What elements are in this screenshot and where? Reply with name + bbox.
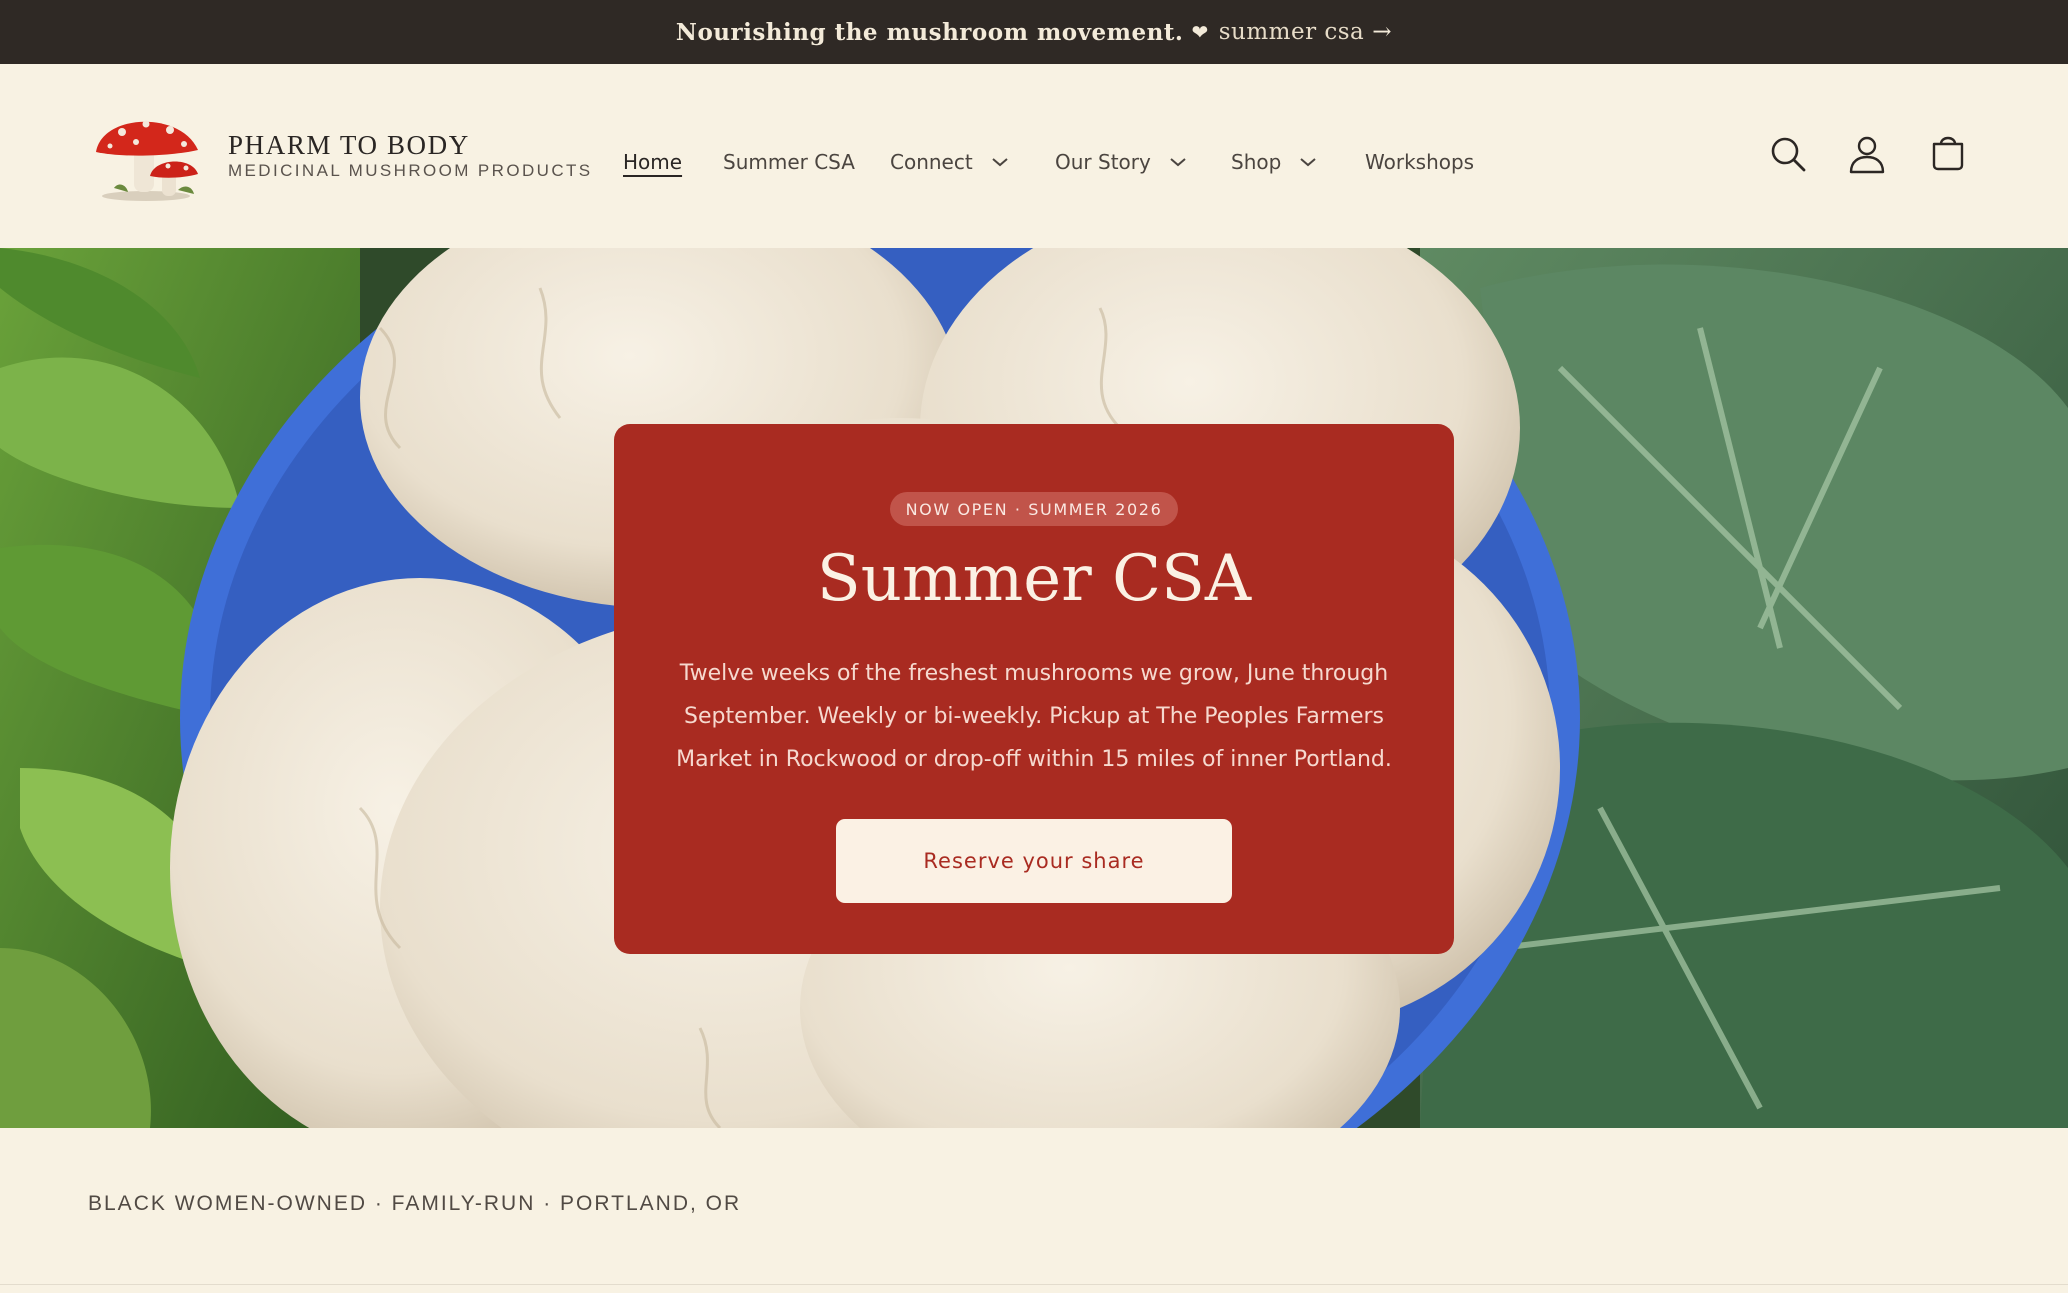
nav-label[interactable]: Shop <box>1231 150 1281 174</box>
announcement-link[interactable]: summer csa <box>1219 19 1365 45</box>
hero-description: Twelve weeks of the freshest mushrooms w… <box>676 661 1392 772</box>
brand-name[interactable]: PHARM TO BODY <box>228 130 593 161</box>
summer-csa-card: NOW OPEN · SUMMER 2026 Summer CSA Twelve… <box>614 424 1454 954</box>
nav-label[interactable]: Home <box>623 150 682 174</box>
announcement-bar: Nourishing the mushroom movement. ❤ summ… <box>0 0 2068 64</box>
mushroom-logo-icon[interactable] <box>88 104 208 214</box>
heart-icon: ❤ <box>1191 20 1209 44</box>
nav-item-our-story[interactable]: Our Story <box>1055 142 1187 182</box>
site-header: PHARM TO BODY MEDICINAL MUSHROOM PRODUCT… <box>0 64 2068 248</box>
divider <box>0 1284 2068 1285</box>
brand-block[interactable]: PHARM TO BODY MEDICINAL MUSHROOM PRODUCT… <box>228 130 593 181</box>
chevron-down-icon[interactable] <box>1299 156 1317 168</box>
brand-tagline: MEDICINAL MUSHROOM PRODUCTS <box>228 161 593 180</box>
account-icon[interactable] <box>1847 134 1887 174</box>
announcement-text: Nourishing the mushroom movement. <box>675 18 1184 46</box>
nav-item-connect[interactable]: Connect <box>890 142 1009 182</box>
status-badge: NOW OPEN · SUMMER 2026 <box>890 492 1178 526</box>
cart-icon[interactable] <box>1928 134 1968 174</box>
nav-label[interactable]: Workshops <box>1365 150 1474 174</box>
nav-item-shop[interactable]: Shop <box>1231 142 1317 182</box>
search-icon[interactable] <box>1768 134 1808 174</box>
nav-item-workshops[interactable]: Workshops <box>1365 142 1474 182</box>
arrow-right-icon[interactable]: → <box>1372 19 1392 45</box>
hero-title: Summer CSA <box>816 542 1252 616</box>
nav-item-summer-csa[interactable]: Summer CSA <box>723 142 855 182</box>
nav-label[interactable]: Connect <box>890 150 973 174</box>
reserve-share-button[interactable]: Reserve your share <box>836 819 1232 903</box>
nav-item-home[interactable]: Home <box>623 142 682 182</box>
identity-strip: BLACK WOMEN-OWNED · FAMILY-RUN · PORTLAN… <box>88 1192 742 1215</box>
chevron-down-icon[interactable] <box>1169 156 1187 168</box>
nav-label[interactable]: Our Story <box>1055 150 1151 174</box>
chevron-down-icon[interactable] <box>991 156 1009 168</box>
nav-label[interactable]: Summer CSA <box>723 150 855 174</box>
